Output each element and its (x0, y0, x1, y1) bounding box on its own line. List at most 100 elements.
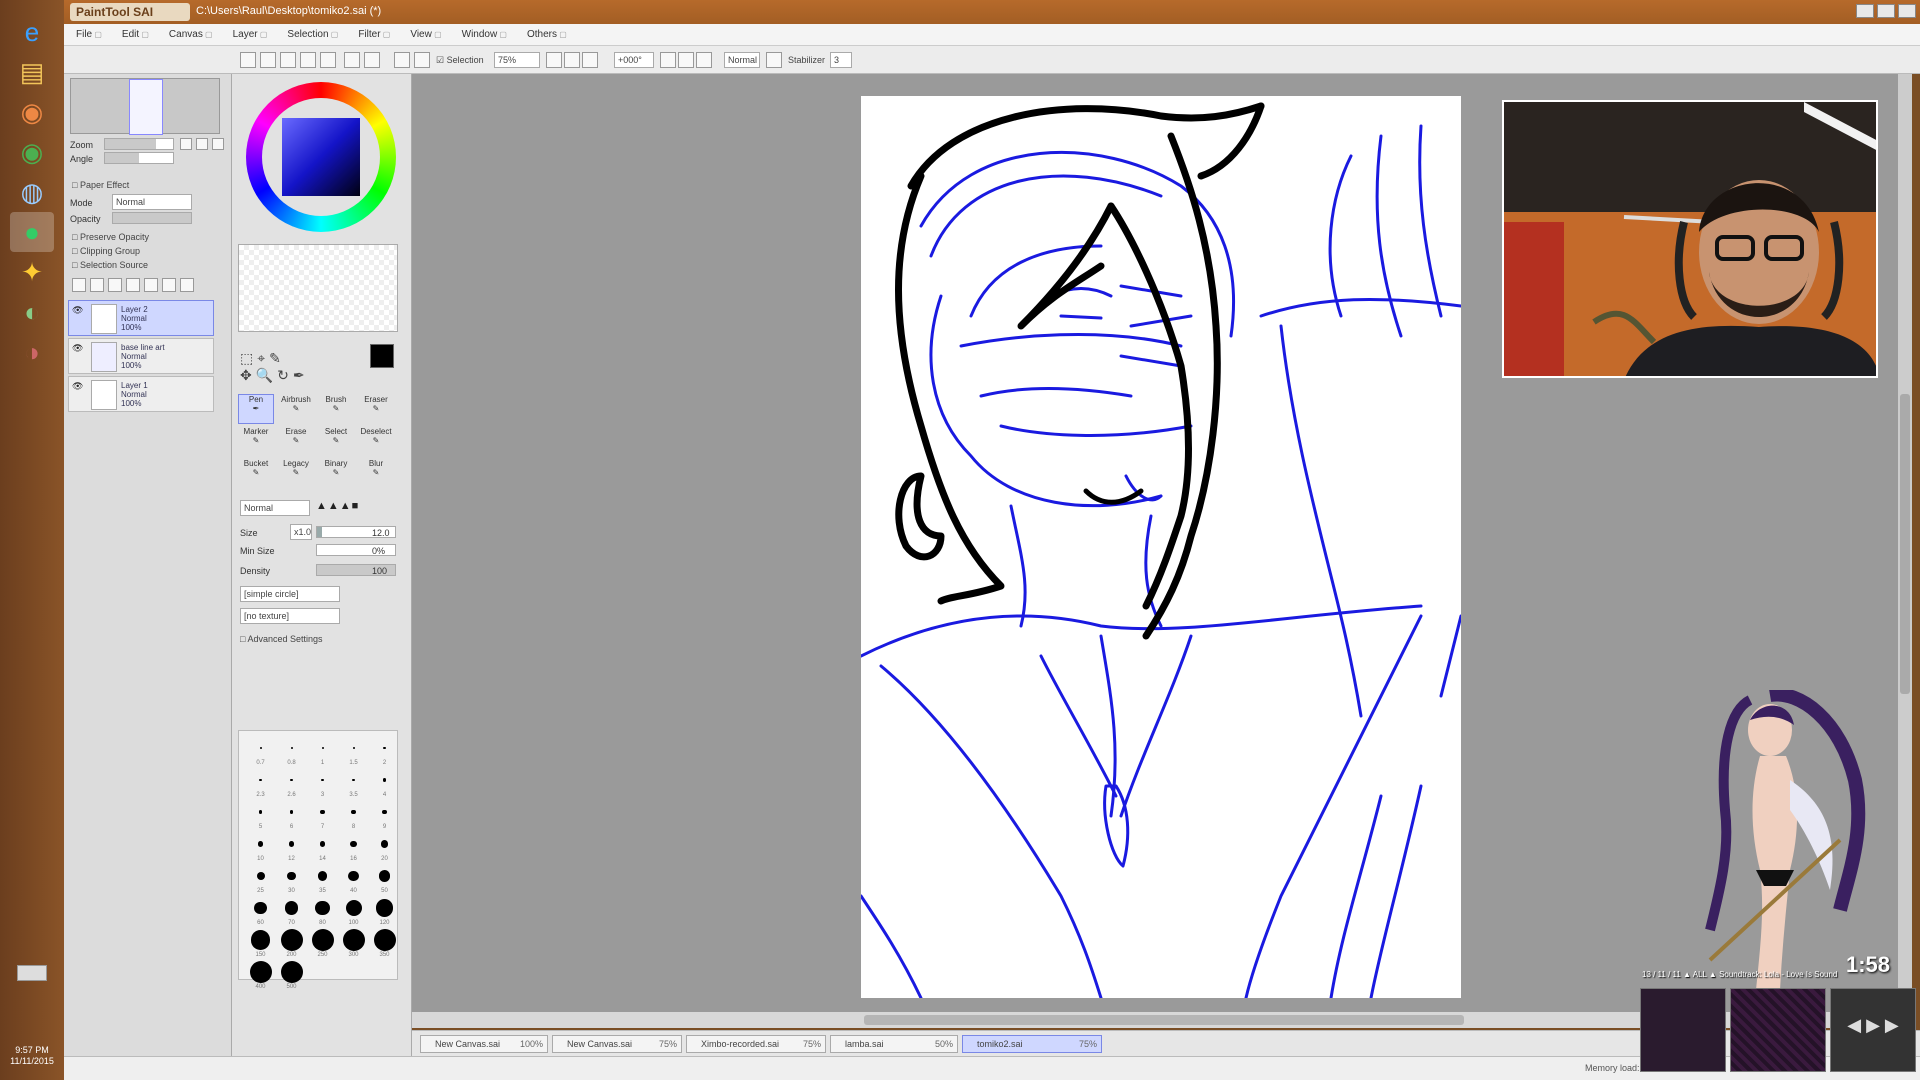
brush-size-preset[interactable] (257, 841, 264, 847)
menu-edit[interactable]: Edit (122, 29, 149, 40)
rgb-slider-toggle[interactable] (260, 52, 276, 68)
nav-angle-slider[interactable] (104, 152, 174, 164)
brush-size-preset[interactable] (320, 809, 325, 815)
close-button[interactable] (1898, 4, 1916, 18)
brush-size-preset[interactable] (249, 961, 272, 983)
brush-shape-select[interactable]: [simple circle] (240, 586, 340, 602)
brush-size-preset[interactable] (348, 870, 359, 882)
eye-icon[interactable]: 👁 (72, 343, 83, 354)
tab-new-canvas[interactable]: New Canvas.sai 100% (420, 1035, 548, 1053)
primary-color-swatch[interactable] (370, 344, 394, 368)
brush-size-preset[interactable] (287, 871, 296, 881)
advanced-settings-toggle[interactable]: Advanced Settings (240, 634, 322, 644)
flip-button[interactable] (766, 52, 782, 68)
size-multiplier[interactable]: x1.0 (290, 524, 312, 540)
blend-mode-select[interactable]: Normal (112, 194, 192, 210)
paper-effect-toggle[interactable]: Paper Effect (72, 180, 129, 190)
tab-tomiko2[interactable]: tomiko2.sai 75% (962, 1035, 1102, 1053)
brush-size-preset[interactable] (382, 778, 387, 782)
swatch-toggle[interactable] (300, 52, 316, 68)
view-mode-select[interactable]: Normal (724, 52, 760, 68)
layer-item[interactable]: 👁 Layer 2 Normal 100% (68, 300, 214, 336)
drawing-canvas[interactable] (861, 96, 1461, 998)
color-wheel[interactable] (246, 82, 396, 232)
tool-marker[interactable]: Marker ✎ (238, 426, 274, 456)
tool-eraser[interactable]: Eraser ✎ (358, 394, 394, 424)
menu-layer[interactable]: Layer (233, 29, 268, 40)
brush-size-preset[interactable] (288, 841, 295, 847)
tool-blur[interactable]: Blur ✎ (358, 458, 394, 488)
brush-size-preset[interactable] (378, 870, 391, 882)
brush-size-preset[interactable] (280, 929, 303, 951)
rotate-left-button[interactable] (660, 52, 676, 68)
chrome-icon[interactable]: ◉ (10, 92, 54, 132)
clipping-group-check[interactable]: Clipping Group (72, 246, 140, 256)
brush-size-preset[interactable] (254, 901, 267, 915)
maximize-button[interactable] (1877, 4, 1895, 18)
tool-deselect[interactable]: Deselect ✎ (358, 426, 394, 456)
stabilizer-select[interactable]: 3 (830, 52, 852, 68)
tool-brush[interactable]: Brush ✎ (318, 394, 354, 424)
brush-size-preset[interactable] (375, 899, 394, 917)
brush-size-preset[interactable] (280, 961, 303, 983)
new-linework-button[interactable] (90, 278, 104, 292)
brush-size-preset[interactable] (319, 841, 326, 847)
minimize-button[interactable] (1856, 4, 1874, 18)
clear-layer-button[interactable] (162, 278, 176, 292)
chrome-icon[interactable]: ◉ (10, 132, 54, 172)
brush-texture-select[interactable]: [no texture] (240, 608, 340, 624)
opacity-slider[interactable] (112, 212, 192, 224)
paint-tool-sai-icon[interactable]: ● (10, 212, 54, 252)
vertical-scroll-thumb[interactable] (1900, 394, 1910, 694)
menu-view[interactable]: View (410, 29, 441, 40)
color-wheel-toggle[interactable] (240, 52, 256, 68)
layer-item[interactable]: 👁 base line art Normal 100% (68, 338, 214, 374)
tool-legacy[interactable]: Legacy ✎ (278, 458, 314, 488)
horizontal-scroll-thumb[interactable] (864, 1015, 1464, 1025)
scratchpad-toggle[interactable] (320, 52, 336, 68)
brush-size-preset[interactable] (383, 746, 386, 750)
internet-explorer-icon[interactable]: e (10, 12, 54, 52)
selection-checkbox[interactable]: ☑ Selection (436, 55, 484, 66)
brush-size-preset[interactable] (259, 778, 262, 782)
brush-size-preset[interactable] (351, 809, 356, 815)
brush-size-preset[interactable] (373, 929, 396, 951)
menu-window[interactable]: Window (462, 29, 507, 40)
brush-size-preset[interactable] (345, 900, 362, 916)
brush-size-preset[interactable] (380, 840, 389, 848)
selection-source-check[interactable]: Selection Source (72, 260, 148, 270)
scratchpad[interactable] (238, 244, 398, 332)
navigator-thumbnail[interactable] (70, 78, 220, 135)
brush-size-preset[interactable] (342, 929, 365, 951)
brush-size-preset[interactable] (256, 872, 265, 880)
show-selection-button[interactable] (414, 52, 430, 68)
merge-down-button[interactable] (144, 278, 158, 292)
nav-zoom-button[interactable] (212, 138, 224, 150)
keyboard-icon[interactable] (17, 965, 47, 981)
brush-size-preset[interactable] (350, 840, 357, 848)
app-icon[interactable]: ◐ (10, 292, 54, 332)
layer-item[interactable]: 👁 Layer 1 Normal 100% (68, 376, 214, 412)
nav-zoom-button[interactable] (180, 138, 192, 150)
tab-ximbo[interactable]: Ximbo-recorded.sai 75% (686, 1035, 826, 1053)
brush-size-preset[interactable] (290, 747, 293, 749)
clock[interactable]: 9:57 PM 11/11/2015 (4, 1045, 60, 1067)
brush-size-preset[interactable] (259, 747, 262, 749)
nav-zoom-button[interactable] (196, 138, 208, 150)
brush-size-preset[interactable] (250, 930, 271, 950)
eye-icon[interactable]: 👁 (72, 381, 83, 392)
tab-new-canvas[interactable]: New Canvas.sai 75% (552, 1035, 682, 1053)
zoom-reset-button[interactable] (582, 52, 598, 68)
app-icon[interactable]: ◑ (10, 332, 54, 372)
brush-size-preset[interactable] (258, 810, 263, 814)
brush-size-preset[interactable] (352, 778, 355, 782)
delete-layer-button[interactable] (180, 278, 194, 292)
zoom-in-button[interactable] (546, 52, 562, 68)
brush-mode-select[interactable]: Normal (240, 500, 310, 516)
rotation-select[interactable]: +000° (614, 52, 654, 68)
brush-edge-buttons[interactable]: ▲▲▲■ (316, 500, 359, 512)
tool-binary[interactable]: Binary ✎ (318, 458, 354, 488)
app-icon[interactable]: ✦ (10, 252, 54, 292)
menu-file[interactable]: File (76, 29, 102, 40)
hsv-slider-toggle[interactable] (280, 52, 296, 68)
